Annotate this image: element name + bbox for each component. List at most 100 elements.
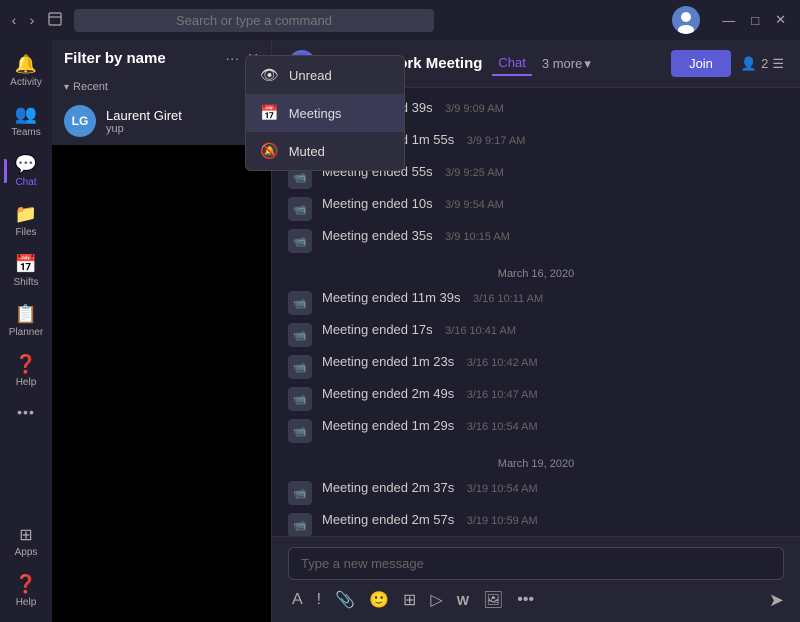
shifts-icon: 📅 <box>15 254 37 275</box>
edit-icon[interactable] <box>46 10 66 30</box>
recent-label: ▾ Recent <box>52 77 271 97</box>
msg-text: Meeting ended 2m 37s <box>322 480 454 495</box>
table-row: 📹 Meeting ended 2m 57s 3/19 10:59 AM <box>288 508 784 536</box>
sidebar-label-chat: Chat <box>15 177 36 188</box>
msg-text: Meeting ended 1m 29s <box>322 418 454 433</box>
msg-text: Meeting ended 35s <box>322 228 433 243</box>
dropdown-item-meetings[interactable]: 📅 Meetings <box>246 94 404 132</box>
sidebar-item-teams[interactable]: 👥 Teams <box>4 98 48 144</box>
table-row: 📹 Meeting ended 17s 3/16 10:41 AM <box>288 318 784 350</box>
apps-toolbar-button[interactable]: ⊞ <box>399 588 420 612</box>
praise-button[interactable]: W <box>453 591 473 610</box>
user-avatar[interactable] <box>672 6 700 34</box>
hamburger-icon: ☰ <box>772 56 784 72</box>
table-row: 📹 Meeting ended 1m 23s 3/16 10:42 AM <box>288 350 784 382</box>
search-input[interactable] <box>74 9 434 32</box>
emoji-button[interactable]: 🙂 <box>365 588 393 612</box>
schedule-button[interactable]: ▷ <box>426 588 446 612</box>
apps-icon: ⊞ <box>19 525 32 545</box>
back-button[interactable]: ‹ <box>8 14 20 26</box>
table-row: 📹 Meeting ended 10s 3/9 9:54 AM <box>288 192 784 224</box>
video-call-icon: 📹 <box>288 481 312 505</box>
more-icon: ••• <box>17 404 35 420</box>
sidebar-item-planner[interactable]: 📋 Planner <box>4 298 48 344</box>
maximize-button[interactable]: □ <box>745 10 765 30</box>
sidebar-item-shifts[interactable]: 📅 Shifts <box>4 248 48 294</box>
chat-icon: 💬 <box>15 154 37 175</box>
msg-time: 3/19 10:59 AM <box>467 515 538 527</box>
msg-time: 3/9 10:15 AM <box>445 231 510 243</box>
dropdown-item-unread[interactable]: 👁 Unread <box>246 56 404 94</box>
left-panel-header: Filter by name ··· ✕ <box>52 40 271 77</box>
more-toolbar-button[interactable]: ••• <box>513 589 538 611</box>
contact-info: Laurent Giret yup <box>106 108 182 135</box>
table-row: 📹 Meeting ended 1m 29s 3/16 10:54 AM <box>288 414 784 446</box>
sidebar-item-more[interactable]: ••• <box>4 398 48 426</box>
filter-dropdown: 👁 Unread 📅 Meetings 🔕 Muted <box>245 55 405 171</box>
date-separator: March 19, 2020 <box>288 446 784 476</box>
contact-name: Laurent Giret <box>106 108 182 123</box>
window-nav-buttons: ‹ › <box>8 14 38 26</box>
msg-text: Meeting ended 2m 57s <box>322 512 454 527</box>
image-button[interactable]: 🖼 <box>479 588 507 612</box>
help-icon: ❓ <box>15 354 37 375</box>
sidebar-label-apps: Apps <box>15 547 38 558</box>
list-item[interactable]: LG Laurent Giret yup <box>52 97 271 145</box>
files-icon: 📁 <box>15 204 37 225</box>
help-bottom-icon: ❓ <box>15 574 37 595</box>
main-layout: 🔔 Activity 👥 Teams 💬 Chat 📁 Files 📅 Shif… <box>0 40 800 622</box>
sidebar-label-teams: Teams <box>11 127 40 138</box>
send-button[interactable]: ➤ <box>769 590 784 611</box>
msg-text: Meeting ended 17s <box>322 322 433 337</box>
sidebar-label-help-bottom: Help <box>16 597 37 608</box>
sidebar-label-activity: Activity <box>10 77 42 88</box>
participants-button[interactable]: 👤 2 ☰ <box>741 56 784 72</box>
activity-icon: 🔔 <box>15 54 37 75</box>
msg-time: 3/16 10:11 AM <box>473 293 543 305</box>
dropdown-label-meetings: Meetings <box>289 106 342 121</box>
close-button[interactable]: ✕ <box>769 10 792 30</box>
join-button[interactable]: Join <box>671 50 731 77</box>
msg-text: Meeting ended 11m 39s <box>322 290 461 305</box>
format-text-button[interactable]: A <box>288 589 307 611</box>
attach-button[interactable]: 📎 <box>331 588 359 612</box>
video-call-icon: 📹 <box>288 291 312 315</box>
chat-input-area: Type a new message A ! 📎 🙂 ⊞ ▷ W 🖼 ••• ➤ <box>272 536 800 622</box>
contact-status: yup <box>106 123 182 135</box>
teams-icon: 👥 <box>15 104 37 125</box>
sidebar-item-chat[interactable]: 💬 Chat <box>4 148 48 194</box>
sidebar-item-apps[interactable]: ⊞ Apps <box>4 519 48 564</box>
video-call-icon: 📹 <box>288 323 312 347</box>
msg-time: 3/16 10:54 AM <box>467 421 538 433</box>
sidebar-item-help-bottom[interactable]: ❓ Help <box>4 568 48 614</box>
minimize-button[interactable]: — <box>716 10 741 30</box>
forward-button[interactable]: › <box>26 14 38 26</box>
sidebar-label-help: Help <box>16 377 37 388</box>
msg-text: Meeting ended 2m 49s <box>322 386 454 401</box>
dropdown-item-muted[interactable]: 🔕 Muted <box>246 132 404 170</box>
msg-time: 3/9 9:25 AM <box>445 167 504 179</box>
video-call-icon: 📹 <box>288 419 312 443</box>
sidebar-label-files: Files <box>15 227 36 238</box>
msg-time: 3/9 9:54 AM <box>445 199 504 211</box>
sidebar-label-planner: Planner <box>9 327 43 338</box>
more-tabs-button[interactable]: 3 more ▾ <box>542 56 591 72</box>
left-panel: Filter by name ··· ✕ ▾ Recent LG Laurent… <box>52 40 272 622</box>
msg-text: Meeting ended 1m 23s <box>322 354 454 369</box>
meetings-icon: 📅 <box>260 104 279 122</box>
tab-chat[interactable]: Chat <box>492 51 531 76</box>
video-call-icon: 📹 <box>288 387 312 411</box>
important-button[interactable]: ! <box>313 589 325 611</box>
sidebar-item-activity[interactable]: 🔔 Activity <box>4 48 48 94</box>
left-panel-title: Filter by name <box>64 50 217 67</box>
sidebar-item-help[interactable]: ❓ Help <box>4 348 48 394</box>
more-options-icon[interactable]: ··· <box>225 50 239 67</box>
participants-count: 2 <box>761 56 768 71</box>
muted-icon: 🔕 <box>260 142 279 160</box>
recent-arrow-icon: ▾ <box>64 82 69 93</box>
sidebar-item-files[interactable]: 📁 Files <box>4 198 48 244</box>
window-controls: — □ ✕ <box>716 10 792 30</box>
msg-time: 3/16 10:41 AM <box>445 325 516 337</box>
video-call-icon: 📹 <box>288 513 312 536</box>
msg-text: Meeting ended 10s <box>322 196 433 211</box>
